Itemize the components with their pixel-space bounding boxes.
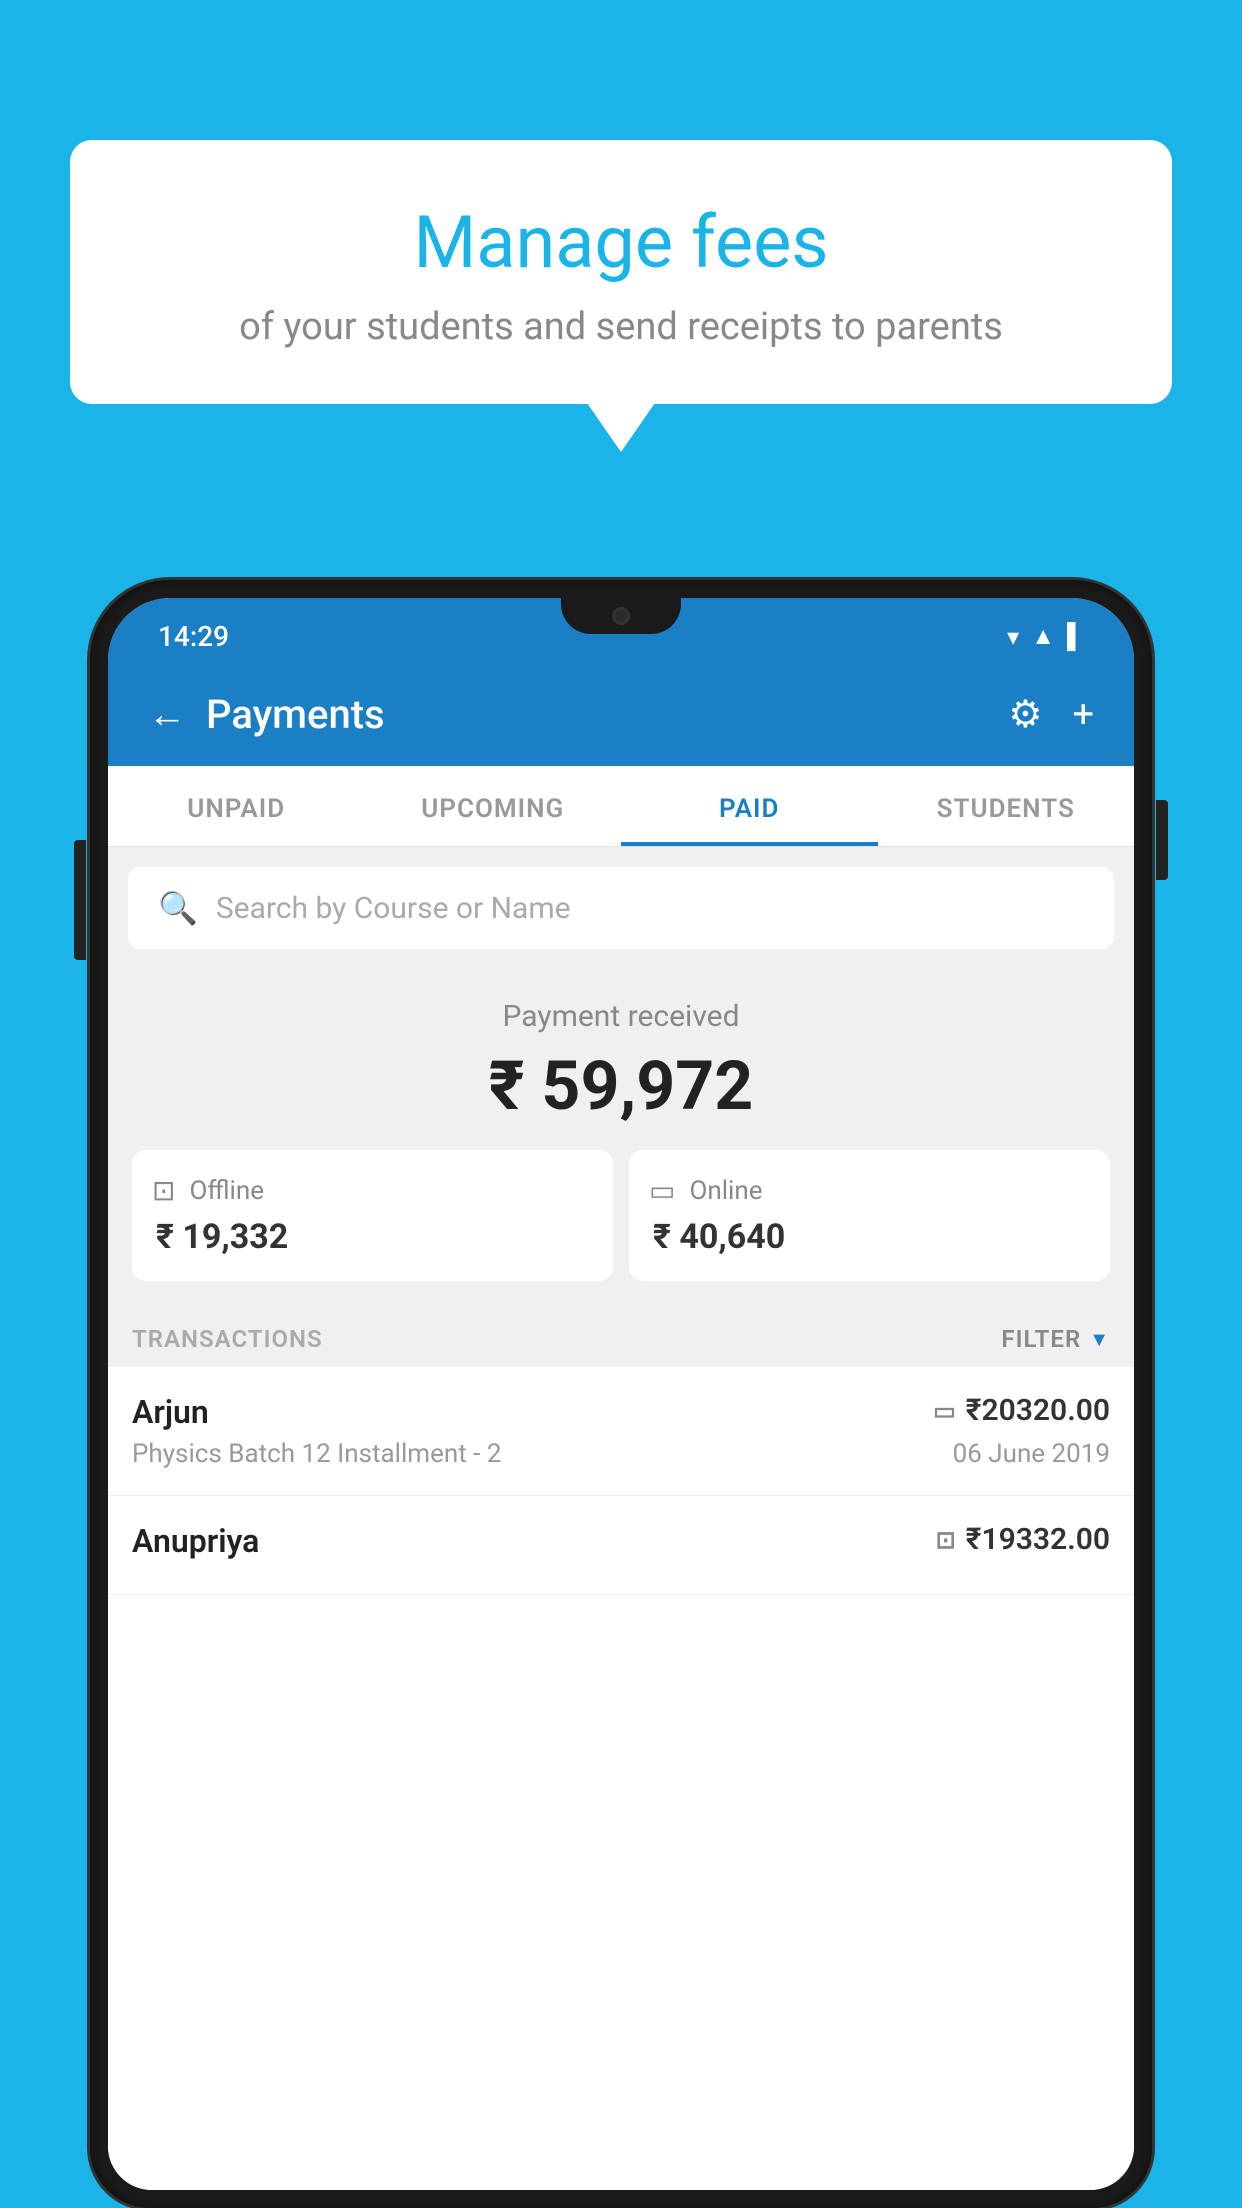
- add-icon[interactable]: +: [1072, 693, 1094, 737]
- payment-cards: ⊡ Offline ₹ 19,332 ▭ Online ₹ 40,640: [132, 1150, 1110, 1281]
- offline-payment-icon-2: ⊡: [936, 1526, 956, 1554]
- transaction-amount-arjun: ▭ ₹20320.00: [933, 1393, 1110, 1428]
- student-name-arjun: Arjun: [132, 1393, 209, 1431]
- status-icons: ▾ ▲ ▌: [1007, 622, 1084, 651]
- status-time: 14:29: [158, 620, 229, 653]
- back-button[interactable]: ←: [148, 693, 186, 737]
- offline-card: ⊡ Offline ₹ 19,332: [132, 1150, 613, 1281]
- online-card: ▭ Online ₹ 40,640: [629, 1150, 1110, 1281]
- app-header: ← Payments ⚙ +: [108, 663, 1134, 766]
- search-bar[interactable]: 🔍 Search by Course or Name: [128, 867, 1114, 949]
- offline-label: Offline: [189, 1176, 264, 1206]
- offline-amount: ₹ 19,332: [152, 1217, 593, 1257]
- speech-bubble-container: Manage fees of your students and send re…: [70, 140, 1172, 404]
- payment-total: ₹ 59,972: [128, 1046, 1114, 1126]
- search-icon: 🔍: [158, 889, 198, 927]
- phone-outer: 14:29 ▾ ▲ ▌ ← Payments ⚙ +: [90, 580, 1152, 2208]
- battery-icon: ▌: [1067, 622, 1084, 651]
- online-icon: ▭: [649, 1174, 675, 1207]
- notch-camera: [612, 607, 630, 625]
- online-payment-icon: ▭: [933, 1397, 956, 1425]
- filter-icon: ▼: [1089, 1327, 1110, 1352]
- transaction-row-2: Anupriya ⊡ ₹19332.00: [132, 1522, 1110, 1560]
- payment-summary: Payment received ₹ 59,972 ⊡ Offline ₹ 19…: [108, 969, 1134, 1301]
- offline-icon: ⊡: [152, 1174, 175, 1207]
- settings-icon[interactable]: ⚙: [1008, 692, 1042, 737]
- phone-screen: 14:29 ▾ ▲ ▌ ← Payments ⚙ +: [108, 598, 1134, 2190]
- tab-upcoming[interactable]: UPCOMING: [365, 766, 622, 846]
- transaction-amount-anupriya: ⊡ ₹19332.00: [936, 1522, 1110, 1557]
- speech-bubble: Manage fees of your students and send re…: [70, 140, 1172, 404]
- wifi-icon: ▾: [1007, 623, 1019, 651]
- notch: [561, 598, 681, 634]
- filter-button[interactable]: FILTER ▼: [1001, 1325, 1110, 1353]
- bubble-subtitle: of your students and send receipts to pa…: [120, 305, 1122, 349]
- tabs-container: UNPAID UPCOMING PAID STUDENTS: [108, 766, 1134, 847]
- search-placeholder: Search by Course or Name: [216, 891, 571, 926]
- bubble-title: Manage fees: [120, 200, 1122, 285]
- transaction-date-arjun: 06 June 2019: [953, 1439, 1110, 1469]
- transaction-detail-arjun: Physics Batch 12 Installment - 2 06 June…: [132, 1439, 1110, 1469]
- student-name-anupriya: Anupriya: [132, 1522, 259, 1560]
- phone-container: 14:29 ▾ ▲ ▌ ← Payments ⚙ +: [90, 580, 1152, 2208]
- offline-card-header: ⊡ Offline: [152, 1174, 593, 1207]
- transaction-row-1: Arjun ▭ ₹20320.00: [132, 1393, 1110, 1431]
- transaction-list: Arjun ▭ ₹20320.00 Physics Batch 12 Insta…: [108, 1367, 1134, 2190]
- online-label: Online: [689, 1176, 762, 1206]
- online-card-header: ▭ Online: [649, 1174, 1090, 1207]
- transactions-header: TRANSACTIONS FILTER ▼: [108, 1301, 1134, 1367]
- tab-students[interactable]: STUDENTS: [878, 766, 1135, 846]
- header-left: ← Payments: [148, 691, 385, 738]
- tab-paid[interactable]: PAID: [621, 766, 878, 846]
- content-area: 🔍 Search by Course or Name Payment recei…: [108, 847, 1134, 2190]
- tab-unpaid[interactable]: UNPAID: [108, 766, 365, 846]
- header-right: ⚙ +: [1008, 692, 1094, 737]
- transactions-label: TRANSACTIONS: [132, 1325, 323, 1353]
- page-title: Payments: [206, 691, 385, 738]
- transaction-item-anupriya[interactable]: Anupriya ⊡ ₹19332.00: [108, 1496, 1134, 1595]
- signal-icon: ▲: [1031, 622, 1055, 651]
- online-amount: ₹ 40,640: [649, 1217, 1090, 1257]
- course-info-arjun: Physics Batch 12 Installment - 2: [132, 1439, 501, 1469]
- payment-received-label: Payment received: [128, 999, 1114, 1034]
- transaction-item-arjun[interactable]: Arjun ▭ ₹20320.00 Physics Batch 12 Insta…: [108, 1367, 1134, 1496]
